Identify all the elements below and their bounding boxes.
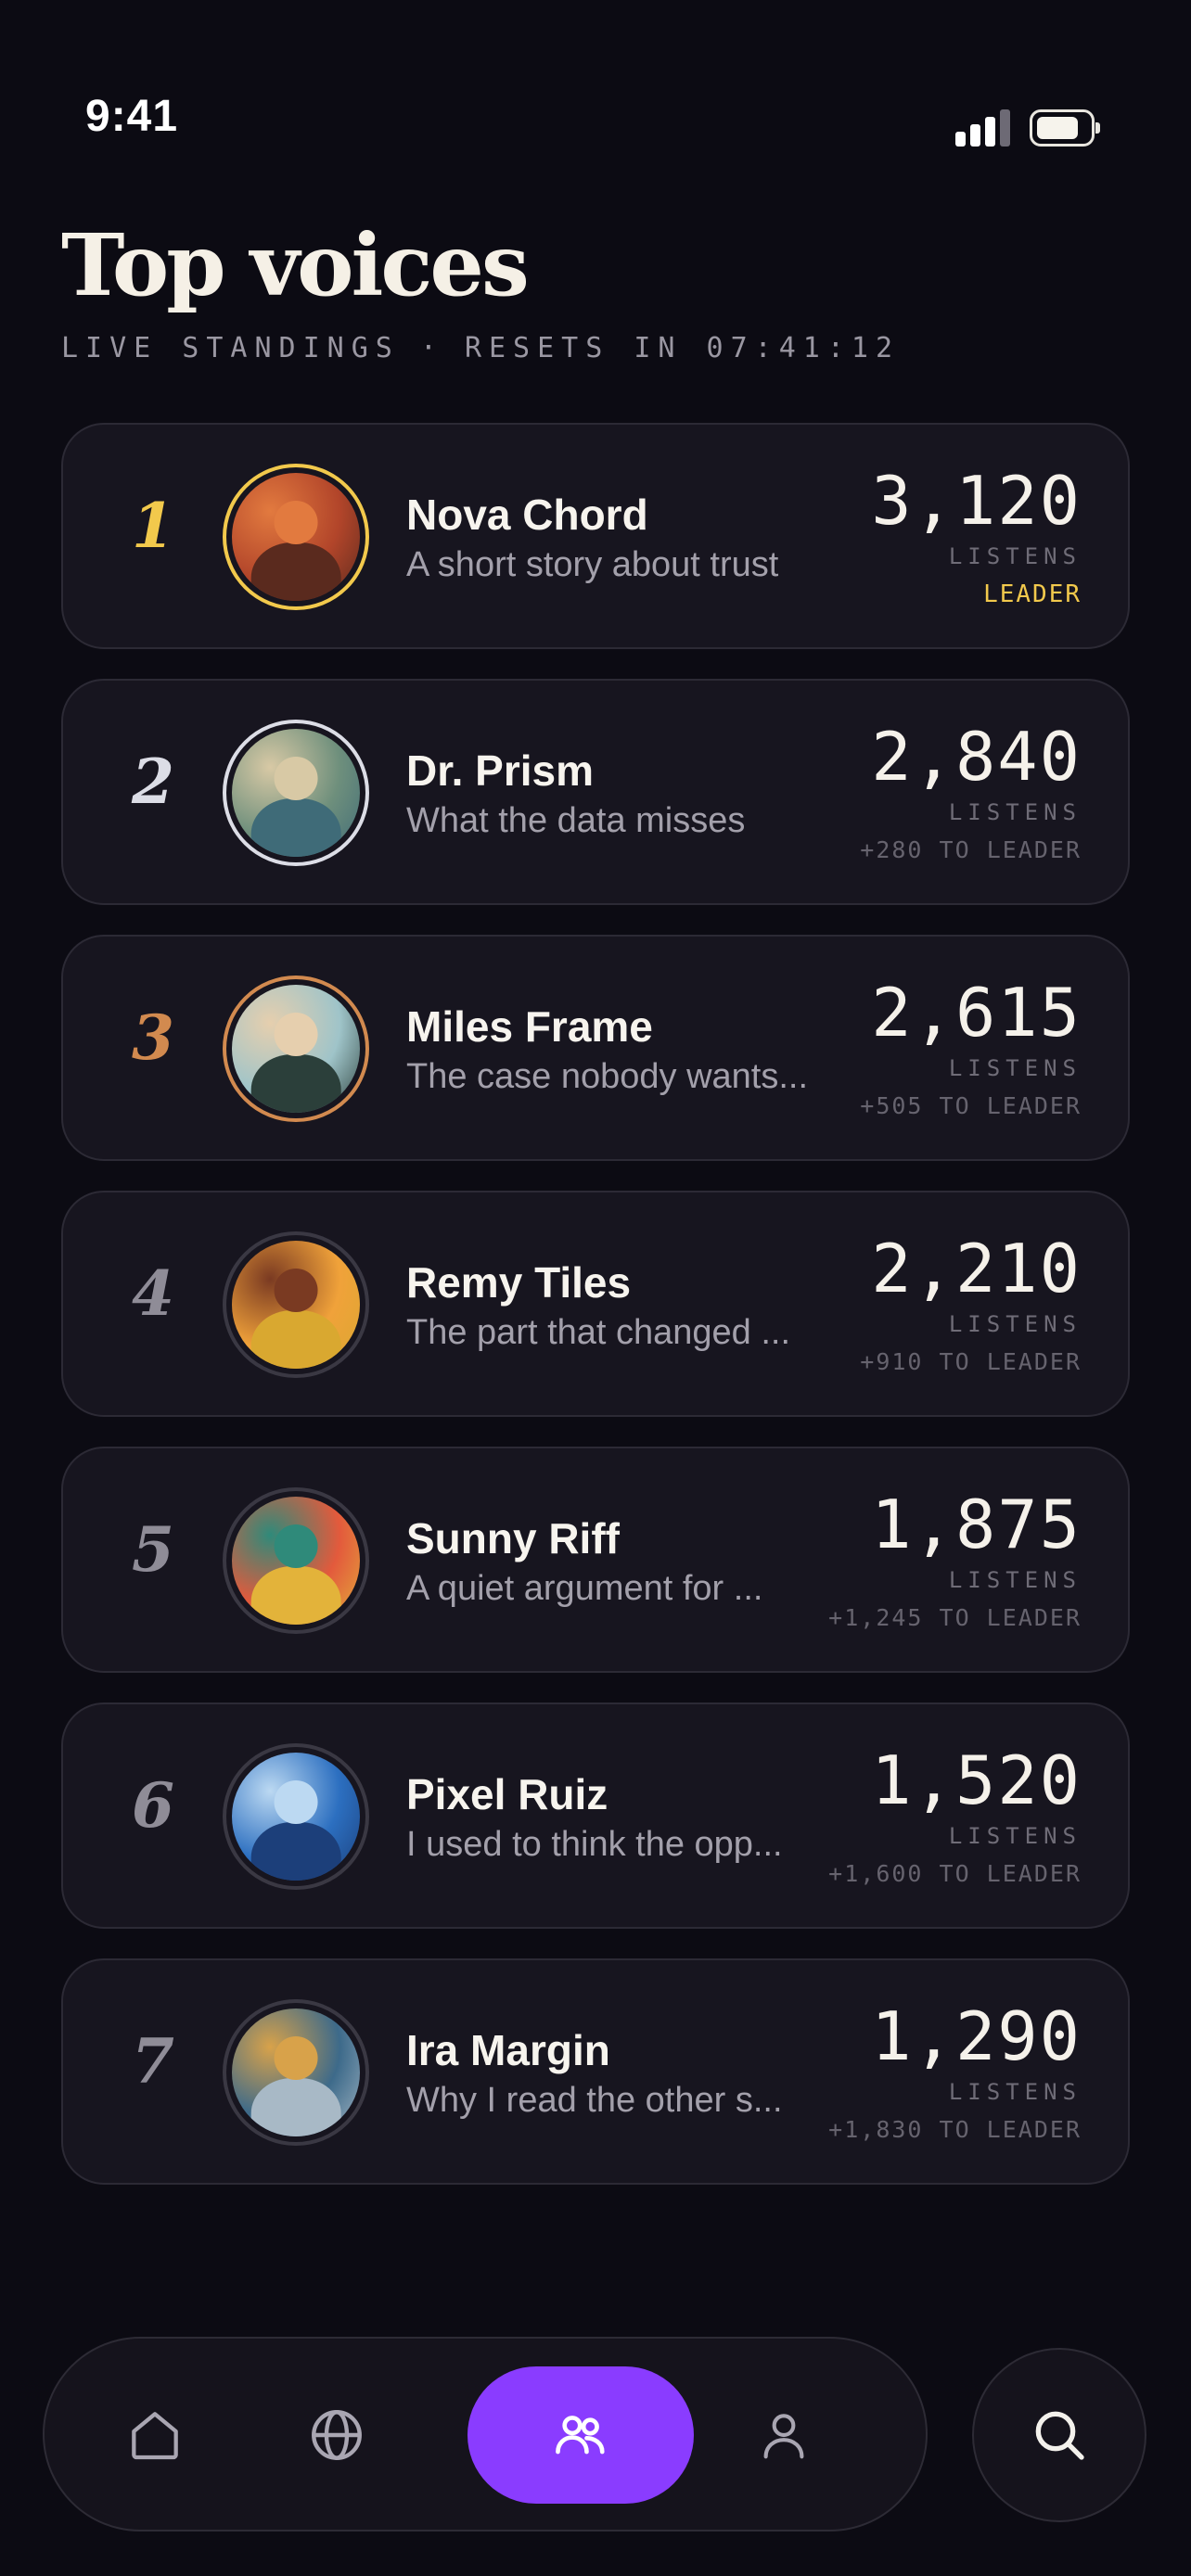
avatar <box>232 2009 360 2136</box>
voice-description: Why I read the other s... <box>406 2081 783 2120</box>
leaderboard-row[interactable]: 3 Miles Frame The case nobody wants... 2… <box>61 935 1130 1161</box>
globe-icon <box>312 2410 362 2460</box>
voice-description: What the data misses <box>406 801 746 840</box>
leaderboard-row[interactable]: 7 Ira Margin Why I read the other s... 1… <box>61 1958 1130 2185</box>
voice-name: Pixel Ruiz <box>406 1770 608 1818</box>
leader-gap: +505 TO LEADER <box>860 1092 1082 1119</box>
avatar-ring <box>223 1231 369 1378</box>
rank-number: 1 <box>132 490 174 562</box>
listen-count: 1,520 <box>871 1741 1082 1819</box>
avatar-ring <box>223 1487 369 1634</box>
leaderboard-row[interactable]: 1 Nova Chord A short story about trust 3… <box>61 423 1130 649</box>
voice-description: A short story about trust <box>406 545 779 584</box>
tab-explore[interactable] <box>267 2366 406 2504</box>
rank-number: 3 <box>132 1001 174 1074</box>
voice-name: Dr. Prism <box>406 746 594 795</box>
listen-count: 2,615 <box>871 974 1082 1052</box>
bottom-tab-bar <box>43 2337 928 2531</box>
leader-gap: +280 TO LEADER <box>860 836 1082 863</box>
avatar-figure-head <box>274 501 318 545</box>
avatar-ring <box>223 1999 369 2146</box>
avatar-ring <box>223 976 369 1122</box>
tab-profile[interactable] <box>714 2366 853 2504</box>
voice-name: Remy Tiles <box>406 1258 632 1307</box>
tab-home[interactable] <box>85 2366 224 2504</box>
subtitle-live-standings: LIVE STANDINGS <box>61 332 400 364</box>
live-standings-subtitle: LIVE STANDINGS · RESETS IN 07:41:12 <box>61 332 900 364</box>
avatar <box>232 1497 360 1625</box>
voice-description: The part that changed ... <box>406 1313 791 1352</box>
subtitle-separator: · <box>419 332 444 364</box>
avatar-figure-body <box>250 1565 341 1625</box>
avatar-figure-body <box>250 1053 341 1113</box>
leader-gap: LEADER <box>983 580 1082 608</box>
listens-label: LISTENS <box>948 1823 1082 1849</box>
listens-label: LISTENS <box>948 2079 1082 2105</box>
voice-description: I used to think the opp... <box>406 1825 783 1864</box>
voice-name: Sunny Riff <box>406 1514 620 1562</box>
rank-number: 7 <box>132 2025 174 2098</box>
rank-number: 4 <box>132 1257 174 1330</box>
listens-label: LISTENS <box>948 543 1082 569</box>
avatar <box>232 985 360 1113</box>
avatar-ring <box>223 720 369 866</box>
avatar-figure-head <box>274 1524 318 1569</box>
listen-count: 1,290 <box>871 1997 1082 2075</box>
battery-icon <box>1030 109 1100 147</box>
listens-label: LISTENS <box>948 1055 1082 1081</box>
subtitle-reset-timer: RESETS IN 07:41:12 <box>464 332 901 364</box>
listen-count: 1,875 <box>871 1486 1082 1563</box>
avatar-figure-body <box>250 1309 341 1369</box>
tab-community[interactable] <box>467 2366 694 2504</box>
rank-number: 6 <box>132 1769 174 1842</box>
avatar <box>232 473 360 601</box>
avatar-figure-head <box>274 1780 318 1825</box>
search-icon <box>1035 2411 1084 2460</box>
listens-label: LISTENS <box>948 799 1082 825</box>
leaderboard-row[interactable]: 6 Pixel Ruiz I used to think the opp... … <box>61 1702 1130 1929</box>
leaderboard-row[interactable]: 4 Remy Tiles The part that changed ... 2… <box>61 1191 1130 1417</box>
leader-gap: +1,830 TO LEADER <box>828 2116 1082 2143</box>
avatar-figure-body <box>250 1821 341 1881</box>
avatar-figure-body <box>250 2077 341 2136</box>
rank-number: 5 <box>132 1513 174 1586</box>
listen-count: 2,210 <box>871 1230 1082 1307</box>
listens-label: LISTENS <box>948 1311 1082 1337</box>
avatar <box>232 1753 360 1881</box>
search-button[interactable] <box>972 2348 1146 2522</box>
leader-gap: +1,245 TO LEADER <box>828 1604 1082 1631</box>
profile-icon <box>763 2414 804 2459</box>
cellular-signal-icon <box>955 109 1011 147</box>
rank-number: 2 <box>132 746 174 818</box>
leaderboard-row[interactable]: 2 Dr. Prism What the data misses 2,840 L… <box>61 679 1130 905</box>
leader-gap: +910 TO LEADER <box>860 1348 1082 1375</box>
voice-name: Ira Margin <box>406 2026 610 2074</box>
avatar <box>232 729 360 857</box>
leaderboard-screen: 9:41 Top voices LIVE STANDINGS · RESETS IN… <box>0 0 1191 2576</box>
listen-count: 2,840 <box>871 718 1082 796</box>
avatar-figure-head <box>274 2036 318 2081</box>
leader-gap: +1,600 TO LEADER <box>828 1860 1082 1887</box>
avatar-figure-body <box>250 542 341 601</box>
avatar-figure-body <box>250 797 341 857</box>
listen-count: 3,120 <box>871 462 1082 540</box>
leaderboard-row[interactable]: 5 Sunny Riff A quiet argument for ... 1,… <box>61 1447 1130 1673</box>
avatar-figure-head <box>274 1269 318 1313</box>
avatar <box>232 1241 360 1369</box>
avatar-ring <box>223 1743 369 1890</box>
voice-description: The case nobody wants... <box>406 1057 809 1096</box>
voice-description: A quiet argument for ... <box>406 1569 763 1608</box>
people-icon <box>556 2416 605 2455</box>
avatar-figure-head <box>274 1013 318 1057</box>
listens-label: LISTENS <box>948 1567 1082 1593</box>
page-title: Top voices <box>61 215 530 315</box>
voice-name: Miles Frame <box>406 1002 653 1051</box>
status-time: 9:41 <box>85 92 179 141</box>
voice-name: Nova Chord <box>406 491 648 539</box>
avatar-ring <box>223 464 369 610</box>
home-icon <box>132 2412 178 2460</box>
avatar-figure-head <box>274 757 318 801</box>
